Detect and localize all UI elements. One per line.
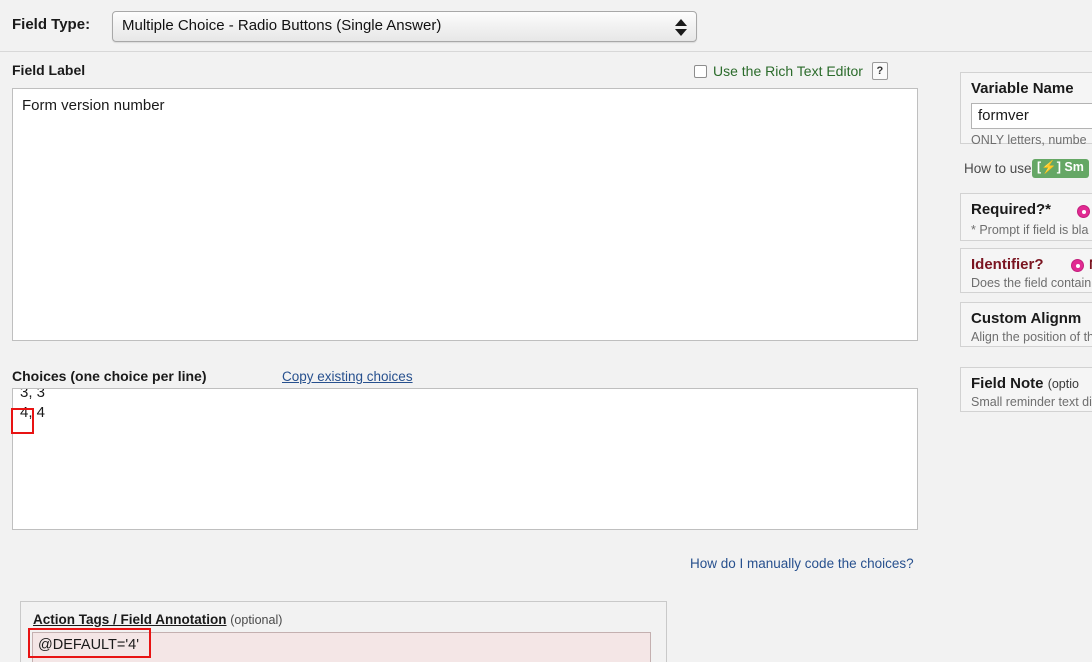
field-type-row: Field Type: Multiple Choice - Radio Butt… [0,0,1092,52]
field-label-heading: Field Label [12,62,86,78]
how-to-use-label: How to use [964,161,1032,176]
redcap-field-editor: Field Type: Multiple Choice - Radio Butt… [0,0,1092,662]
choice-line: 3, 3 [20,388,46,401]
manual-code-choices-link[interactable]: How do I manually code the choices? [690,556,914,571]
copy-existing-choices-link[interactable]: Copy existing choices [282,369,413,384]
custom-alignment-note: Align the position of th [971,330,1092,344]
custom-alignment-title: Custom Alignm [971,310,1082,327]
action-tags-heading-text: Action Tags / Field Annotation [33,612,227,627]
field-note-box: Field Note (optio Small reminder text di [960,367,1092,412]
field-type-selected-value: Multiple Choice - Radio Buttons (Single … [122,17,442,34]
variable-name-box: Variable Name formver ONLY letters, numb… [960,72,1092,147]
identifier-title: Identifier? [971,256,1044,273]
annotation-box-choices [11,408,34,434]
required-box: Required?* N * Prompt if field is bla [960,193,1092,241]
variable-name-note: ONLY letters, numbe [971,133,1087,147]
field-label-value: Form version number [22,97,165,114]
identifier-note: Does the field contain [971,276,1092,290]
required-radio-icon[interactable] [1077,205,1090,218]
field-type-select[interactable]: Multiple Choice - Radio Buttons (Single … [112,11,697,42]
field-note-title: Field Note (optio [971,375,1079,392]
custom-alignment-box: Custom Alignm Align the position of th [960,302,1092,347]
action-tags-optional-suffix: (optional) [230,613,283,627]
variable-name-title: Variable Name [971,80,1074,97]
rich-text-editor-toggle-group: Use the Rich Text Editor ? [694,62,888,80]
smart-variables-badge[interactable]: [⚡] Sm [1032,159,1089,178]
required-note: * Prompt if field is bla [971,223,1089,237]
divider [0,51,1092,52]
field-note-note: Small reminder text di [971,395,1092,409]
help-icon[interactable]: ? [871,62,888,80]
action-tags-heading: Action Tags / Field Annotation (optional… [33,612,282,627]
identifier-radio-icon[interactable] [1071,259,1084,272]
rich-text-editor-checkbox[interactable] [694,64,707,78]
annotation-box-action-tag [28,628,151,658]
rich-text-editor-label[interactable]: Use the Rich Text Editor [713,63,863,79]
chevron-updown-icon[interactable] [675,17,688,38]
field-label-input[interactable]: Form version number [12,88,918,341]
field-note-optional-suffix: (optio [1047,377,1079,391]
required-title: Required?* [971,201,1052,218]
variable-name-value: formver [978,107,1029,124]
identifier-box: Identifier? N Does the field contain [960,248,1092,293]
field-note-title-text: Field Note [971,375,1044,392]
variable-name-input[interactable]: formver [971,103,1092,129]
field-type-label: Field Type: [12,16,91,33]
field-options-sidebar: Variable Name formver ONLY letters, numb… [960,0,1092,662]
choices-heading: Choices (one choice per line) [12,368,207,384]
choices-textarea[interactable]: 3, 3 4, 4 [12,388,918,530]
